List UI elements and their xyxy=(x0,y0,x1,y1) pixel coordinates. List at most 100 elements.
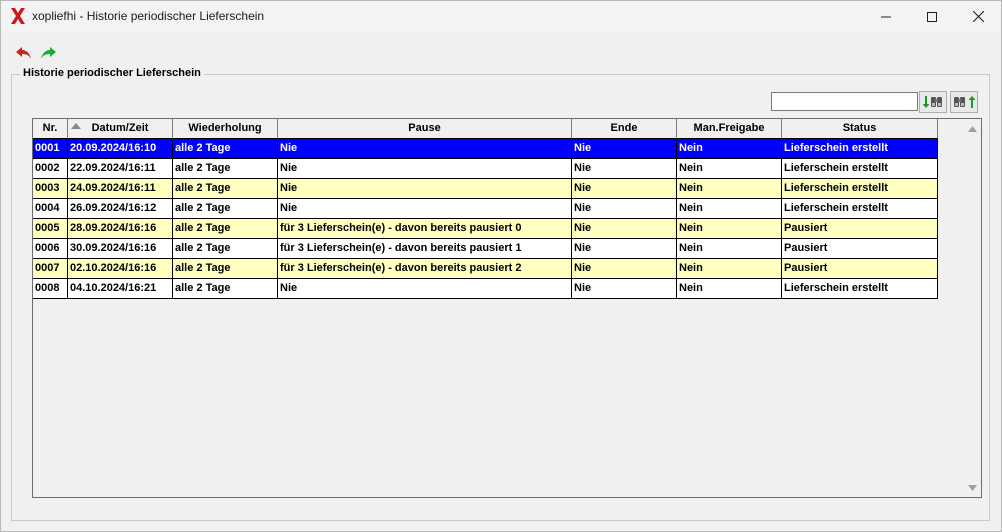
cell-datum: 24.09.2024/16:11 xyxy=(68,179,173,199)
cell-ende: Nie xyxy=(572,239,677,259)
close-icon xyxy=(972,11,984,22)
cell-freigabe: Nein xyxy=(677,259,782,279)
redo-button[interactable] xyxy=(38,43,58,63)
vertical-scrollbar[interactable] xyxy=(964,119,981,497)
binoculars-down-icon xyxy=(922,96,942,108)
cell-nr: 0006 xyxy=(33,239,68,259)
search-input[interactable] xyxy=(771,92,918,111)
cell-freigabe: Nein xyxy=(677,219,782,239)
cell-nr: 0002 xyxy=(33,159,68,179)
table-row[interactable]: 0007 02.10.2024/16:16 alle 2 Tage für 3 … xyxy=(33,259,938,279)
cell-wiederholung: alle 2 Tage xyxy=(173,239,278,259)
cell-status: Lieferschein erstellt xyxy=(782,279,938,299)
cell-status: Lieferschein erstellt xyxy=(782,159,938,179)
scroll-down-arrow-icon xyxy=(968,484,977,491)
groupbox-title: Historie periodischer Lieferschein xyxy=(20,67,204,79)
history-table[interactable]: Nr. Datum/Zeit Wiederholung Pause Ende M… xyxy=(32,118,982,498)
maximize-button[interactable] xyxy=(909,1,955,32)
cell-datum: 02.10.2024/16:16 xyxy=(68,259,173,279)
cell-ende: Nie xyxy=(572,179,677,199)
scroll-down-button[interactable] xyxy=(964,479,981,496)
column-header-label: Datum/Zeit xyxy=(91,122,149,134)
cell-ende: Nie xyxy=(572,139,677,159)
table-row[interactable]: 0008 04.10.2024/16:21 alle 2 Tage Nie Ni… xyxy=(33,279,938,299)
cell-wiederholung: alle 2 Tage xyxy=(173,199,278,219)
scroll-up-arrow-icon xyxy=(968,125,977,132)
window: xopliefhi - Historie periodischer Liefer… xyxy=(0,0,1002,532)
cell-ende: Nie xyxy=(572,219,677,239)
cell-nr: 0004 xyxy=(33,199,68,219)
column-header-datum[interactable]: Datum/Zeit xyxy=(68,119,173,139)
red-x-app-icon xyxy=(11,8,25,24)
table-row[interactable]: 0002 22.09.2024/16:11 alle 2 Tage Nie Ni… xyxy=(33,159,938,179)
cell-status: Pausiert xyxy=(782,219,938,239)
cell-datum: 22.09.2024/16:11 xyxy=(68,159,173,179)
sort-ascending-icon xyxy=(71,123,81,129)
cell-pause: Nie xyxy=(278,139,572,159)
binoculars-up-icon xyxy=(954,96,975,108)
undo-arrow-icon xyxy=(16,47,31,59)
minimize-button[interactable] xyxy=(863,1,909,32)
cell-ende: Nie xyxy=(572,159,677,179)
cell-freigabe: Nein xyxy=(677,159,782,179)
cell-status: Lieferschein erstellt xyxy=(782,199,938,219)
table-row[interactable]: 0001 20.09.2024/16:10 alle 2 Tage Nie Ni… xyxy=(33,139,938,159)
table-header: Nr. Datum/Zeit Wiederholung Pause Ende M… xyxy=(33,119,938,139)
cell-nr: 0003 xyxy=(33,179,68,199)
column-header-nr[interactable]: Nr. xyxy=(33,119,68,139)
cell-status: Pausiert xyxy=(782,259,938,279)
maximize-icon xyxy=(927,11,937,22)
cell-status: Lieferschein erstellt xyxy=(782,139,938,159)
cell-status: Pausiert xyxy=(782,239,938,259)
cell-datum: 30.09.2024/16:16 xyxy=(68,239,173,259)
close-button[interactable] xyxy=(955,1,1001,32)
cell-ende: Nie xyxy=(572,279,677,299)
column-header-freigabe[interactable]: Man.Freigabe xyxy=(677,119,782,139)
title-bar[interactable]: xopliefhi - Historie periodischer Liefer… xyxy=(1,1,1001,32)
column-header-ende[interactable]: Ende xyxy=(572,119,677,139)
cell-datum: 26.09.2024/16:12 xyxy=(68,199,173,219)
cell-pause: Nie xyxy=(278,279,572,299)
cell-nr: 0007 xyxy=(33,259,68,279)
redo-arrow-icon xyxy=(41,47,56,59)
column-header-status[interactable]: Status xyxy=(782,119,938,139)
cell-wiederholung: alle 2 Tage xyxy=(173,259,278,279)
cell-freigabe: Nein xyxy=(677,239,782,259)
cell-pause: für 3 Lieferschein(e) - davon bereits pa… xyxy=(278,219,572,239)
search-up-button[interactable] xyxy=(950,91,978,113)
table-row[interactable]: 0006 30.09.2024/16:16 alle 2 Tage für 3 … xyxy=(33,239,938,259)
cell-freigabe: Nein xyxy=(677,279,782,299)
cell-nr: 0005 xyxy=(33,219,68,239)
column-header-pause[interactable]: Pause xyxy=(278,119,572,139)
undo-button[interactable] xyxy=(14,43,34,63)
cell-wiederholung: alle 2 Tage xyxy=(173,139,278,159)
cell-datum: 28.09.2024/16:16 xyxy=(68,219,173,239)
cell-datum: 20.09.2024/16:10 xyxy=(68,139,173,159)
cell-freigabe: Nein xyxy=(677,199,782,219)
cell-freigabe: Nein xyxy=(677,139,782,159)
table-row[interactable]: 0005 28.09.2024/16:16 alle 2 Tage für 3 … xyxy=(33,219,938,239)
cell-nr: 0008 xyxy=(33,279,68,299)
cell-ende: Nie xyxy=(572,199,677,219)
cell-wiederholung: alle 2 Tage xyxy=(173,179,278,199)
cell-wiederholung: alle 2 Tage xyxy=(173,159,278,179)
table-row[interactable]: 0003 24.09.2024/16:11 alle 2 Tage Nie Ni… xyxy=(33,179,938,199)
cell-status: Lieferschein erstellt xyxy=(782,179,938,199)
cell-pause: Nie xyxy=(278,199,572,219)
table-row[interactable]: 0004 26.09.2024/16:12 alle 2 Tage Nie Ni… xyxy=(33,199,938,219)
window-title: xopliefhi - Historie periodischer Liefer… xyxy=(32,9,265,23)
scroll-up-button[interactable] xyxy=(964,120,981,137)
cell-pause: Nie xyxy=(278,179,572,199)
cell-nr: 0001 xyxy=(33,139,68,159)
cell-freigabe: Nein xyxy=(677,179,782,199)
minimize-icon xyxy=(881,16,891,17)
cell-wiederholung: alle 2 Tage xyxy=(173,219,278,239)
search-down-button[interactable] xyxy=(919,91,947,113)
cell-pause: Nie xyxy=(278,159,572,179)
cell-wiederholung: alle 2 Tage xyxy=(173,279,278,299)
column-header-wiederholung[interactable]: Wiederholung xyxy=(173,119,278,139)
cell-datum: 04.10.2024/16:21 xyxy=(68,279,173,299)
cell-pause: für 3 Lieferschein(e) - davon bereits pa… xyxy=(278,259,572,279)
cell-ende: Nie xyxy=(572,259,677,279)
cell-pause: für 3 Lieferschein(e) - davon bereits pa… xyxy=(278,239,572,259)
